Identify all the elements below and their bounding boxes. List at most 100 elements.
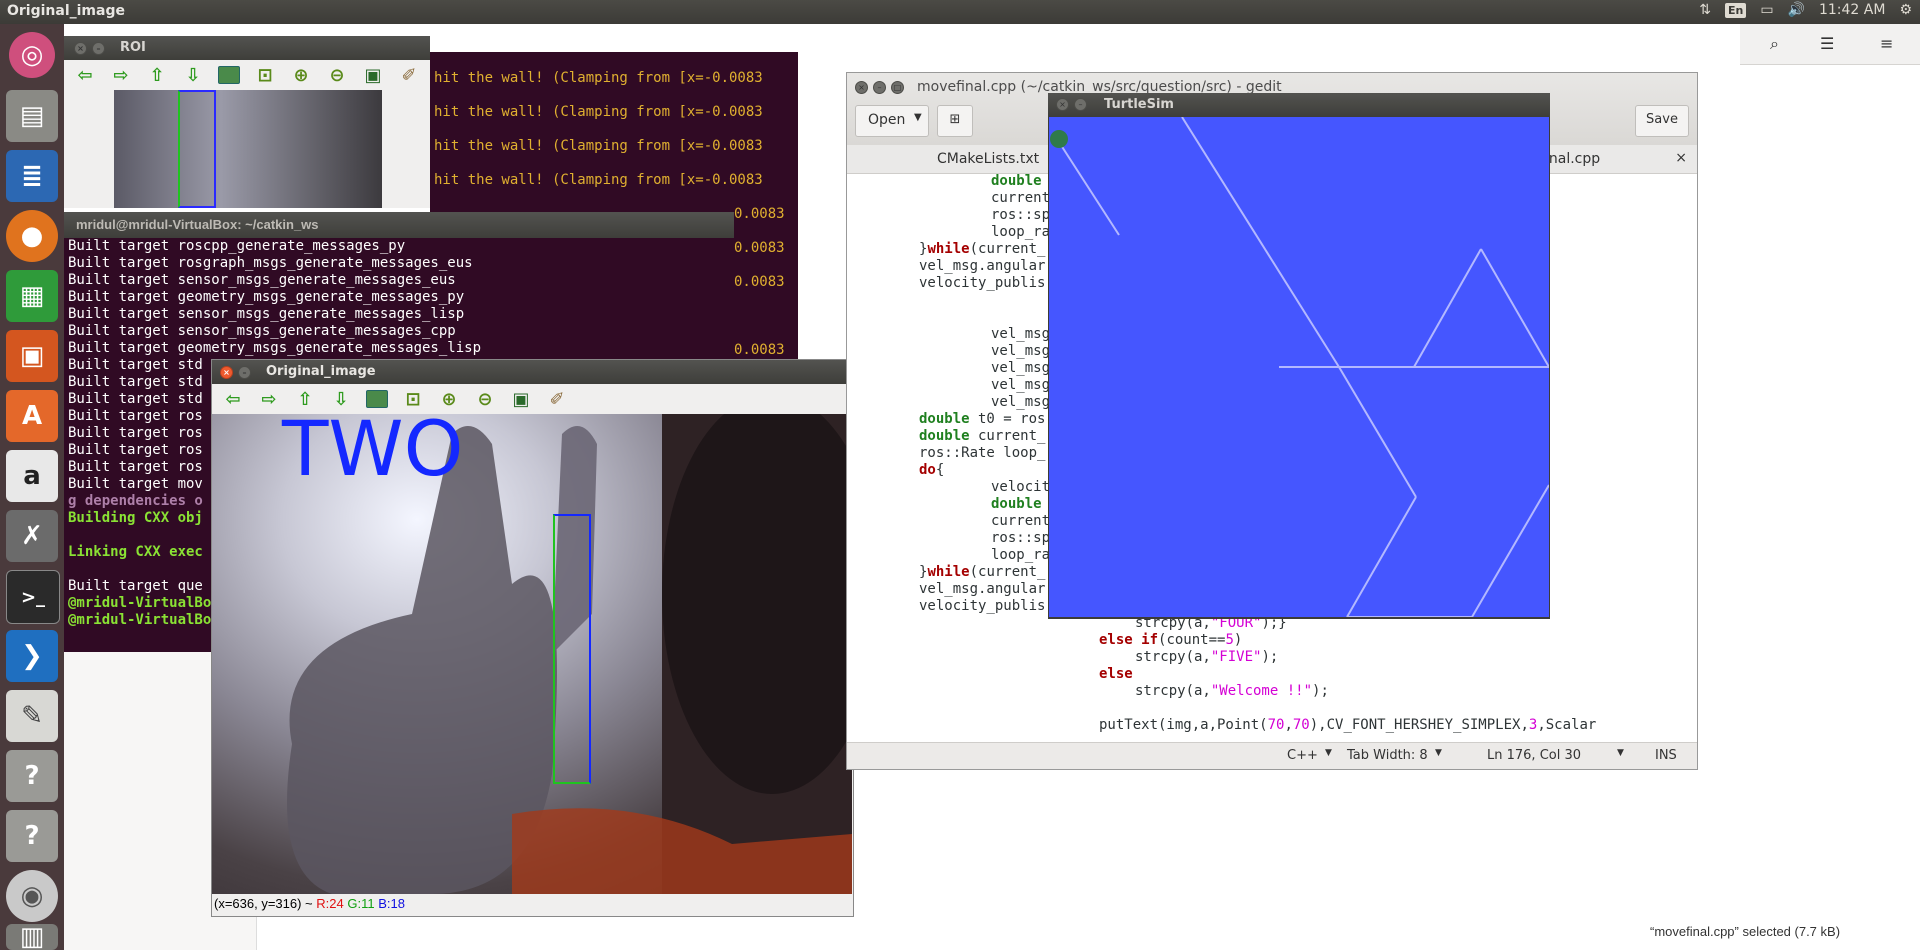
insert-mode: INS: [1655, 748, 1677, 763]
red-channel: R:24: [316, 896, 344, 911]
arrow-right-icon[interactable]: ⇨: [258, 389, 280, 410]
green-channel: G:11: [347, 896, 375, 911]
image-icon[interactable]: [218, 66, 240, 84]
terminal-line: Built target std: [68, 374, 203, 390]
arrow-up-icon[interactable]: ⇧: [146, 65, 168, 86]
keyboard-layout-indicator[interactable]: En: [1724, 2, 1747, 18]
arrow-left-icon[interactable]: ⇦: [222, 389, 244, 410]
close-button[interactable]: ×: [74, 42, 87, 55]
impress-icon[interactable]: ▣: [6, 330, 58, 382]
terminal-line: g dependencies o: [68, 493, 203, 509]
close-tab-icon[interactable]: ×: [1675, 150, 1687, 166]
vscode-icon[interactable]: ❯: [6, 630, 58, 682]
terminal-line: Linking CXX exec: [68, 544, 203, 560]
new-document-button[interactable]: ⊞: [937, 105, 973, 137]
terminal-line: Built target std: [68, 391, 203, 407]
terminal-titlebar: mridul@mridul-VirtualBox: ~/catkin_ws: [64, 212, 734, 238]
settings-icon[interactable]: ✗: [6, 510, 58, 562]
zoom-fit-icon[interactable]: ⊡: [402, 389, 424, 410]
save-icon[interactable]: ▣: [362, 65, 384, 86]
unknown-app-icon[interactable]: ?: [6, 810, 58, 862]
calc-icon[interactable]: ▦: [6, 270, 58, 322]
search-icon[interactable]: ⌕: [1770, 34, 1779, 54]
arrow-down-icon[interactable]: ⇩: [182, 65, 204, 86]
chevron-down-icon: ▼: [1435, 748, 1442, 758]
trash-icon[interactable]: ▥: [6, 922, 58, 952]
close-button[interactable]: ×: [1056, 98, 1069, 111]
terminal-line: Built target ros: [68, 425, 203, 441]
list-view-icon[interactable]: ☰: [1820, 34, 1834, 53]
selection-status: “movefinal.cpp” selected (7.7 kB): [1650, 924, 1841, 939]
gear-icon[interactable]: ⚙: [1899, 2, 1912, 18]
turtlesim-window: × – TurtleSim: [1048, 93, 1550, 619]
chevron-down-icon: ▼: [1617, 748, 1624, 758]
tab-width-selector[interactable]: Tab Width: 8: [1347, 748, 1428, 763]
network-icon[interactable]: ⇅: [1699, 2, 1711, 18]
minimize-button[interactable]: –: [1074, 98, 1087, 111]
zoom-in-icon[interactable]: ⊕: [290, 65, 312, 86]
finger-bounding-box: [553, 514, 591, 784]
terminal-line: 0.0083: [734, 240, 785, 256]
pixel-status-bar: (x=636, y=316) ~ R:24 G:11 B:18: [212, 894, 852, 914]
files-toolbar: ⌕ ☰ ≡: [1740, 24, 1920, 65]
launcher: ◎ ▤ ≣ ● ▦ ▣ A a ✗ >_ ❯ ✎ ? ? ◉ ▥: [0, 24, 64, 952]
terminal-line: Built target roscpp_generate_messages_py: [68, 238, 406, 254]
terminal-line: Built target sensor_msgs_generate_messag…: [68, 272, 456, 288]
close-button[interactable]: ×: [220, 366, 233, 379]
terminal-line: hit the wall! (Clamping from [x=-0.0083: [434, 104, 763, 120]
overlay-label: TWO: [282, 414, 464, 493]
close-button[interactable]: ×: [855, 81, 868, 94]
terminal-line: Built target ros: [68, 408, 203, 424]
top-panel: Original_image ⇅ En ▭ 🔊 11:42 AM ⚙: [0, 0, 1920, 24]
brush-icon[interactable]: ✐: [546, 389, 568, 410]
save-button[interactable]: Save: [1635, 105, 1689, 137]
clock[interactable]: 11:42 AM: [1819, 2, 1885, 18]
tab-cmakelists[interactable]: CMakeLists.txt: [937, 151, 1039, 167]
firefox-icon[interactable]: ●: [6, 210, 58, 262]
text-editor-icon[interactable]: ✎: [6, 690, 58, 742]
tab-movefinal[interactable]: inal.cpp: [1545, 151, 1600, 167]
language-selector[interactable]: C++: [1287, 748, 1318, 763]
battery-icon[interactable]: ▭: [1760, 2, 1773, 18]
zoom-in-icon[interactable]: ⊕: [438, 389, 460, 410]
roi-toolbar: ⇦ ⇨ ⇧ ⇩ ⊡ ⊕ ⊖ ▣ ✐: [64, 60, 430, 90]
window-title: mridul@mridul-VirtualBox: ~/catkin_ws: [76, 217, 319, 232]
active-window-title: Original_image: [7, 3, 125, 19]
files-icon[interactable]: ▤: [6, 90, 58, 142]
terminal-line: Built target que: [68, 578, 203, 594]
open-button[interactable]: Open ▼: [855, 105, 929, 137]
zoom-out-icon[interactable]: ⊖: [326, 65, 348, 86]
ubuntu-dash-icon[interactable]: ◎: [9, 32, 55, 78]
window-title: ROI: [120, 40, 146, 55]
save-button-label: Save: [1646, 112, 1678, 127]
brush-icon[interactable]: ✐: [398, 65, 420, 86]
writer-icon[interactable]: ≣: [6, 150, 58, 202]
arrow-up-icon[interactable]: ⇧: [294, 389, 316, 410]
image-icon[interactable]: [366, 390, 388, 408]
software-center-icon[interactable]: A: [6, 390, 58, 442]
zoom-fit-icon[interactable]: ⊡: [254, 65, 276, 86]
menu-icon[interactable]: ≡: [1880, 34, 1893, 53]
roi-bounding-box: [178, 90, 216, 208]
cursor-position[interactable]: Ln 176, Col 30: [1487, 748, 1581, 763]
maximize-button[interactable]: □: [891, 81, 904, 94]
zoom-out-icon[interactable]: ⊖: [474, 389, 496, 410]
minimize-button[interactable]: –: [92, 42, 105, 55]
amazon-icon[interactable]: a: [6, 450, 58, 502]
minimize-button[interactable]: –: [238, 366, 251, 379]
terminal-line: 0.0083: [734, 342, 785, 358]
unknown-app-icon[interactable]: ?: [6, 750, 58, 802]
volume-icon[interactable]: 🔊: [1788, 2, 1805, 18]
save-icon[interactable]: ▣: [510, 389, 532, 410]
terminal-line: Built target ros: [68, 459, 203, 475]
terminal-line: @mridul-VirtualBo: [68, 612, 212, 628]
terminal-line: Built target mov: [68, 476, 203, 492]
terminal-line: Built target sensor_msgs_generate_messag…: [68, 323, 456, 339]
arrow-right-icon[interactable]: ⇨: [110, 65, 132, 86]
terminal-icon[interactable]: >_: [6, 570, 60, 624]
minimize-button[interactable]: –: [873, 81, 886, 94]
arrow-left-icon[interactable]: ⇦: [74, 65, 96, 86]
arrow-down-icon[interactable]: ⇩: [330, 389, 352, 410]
chevron-down-icon: ▼: [1325, 748, 1332, 758]
dvd-icon[interactable]: ◉: [6, 870, 58, 922]
